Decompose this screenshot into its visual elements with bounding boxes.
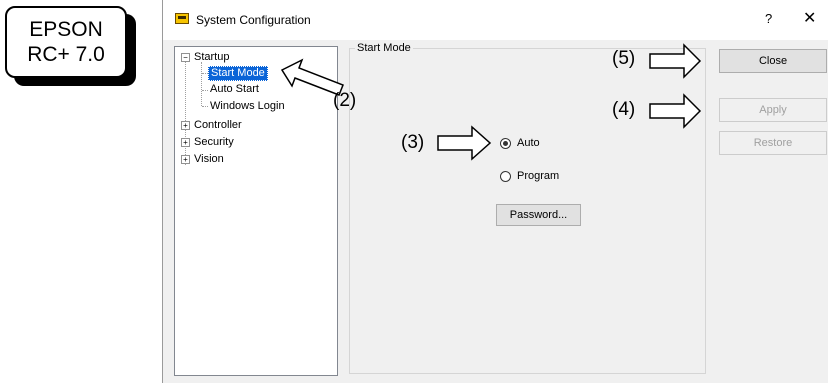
annotation-4: (4) <box>612 99 636 120</box>
arrow-3-icon <box>437 125 492 161</box>
annotation-arrows <box>280 43 702 161</box>
arrow-5-icon <box>649 43 702 79</box>
annotation-3: (3) <box>401 132 425 153</box>
annotation-2: (2) <box>333 90 357 111</box>
arrow-4-icon <box>649 93 702 129</box>
annotation-5: (5) <box>612 48 636 69</box>
